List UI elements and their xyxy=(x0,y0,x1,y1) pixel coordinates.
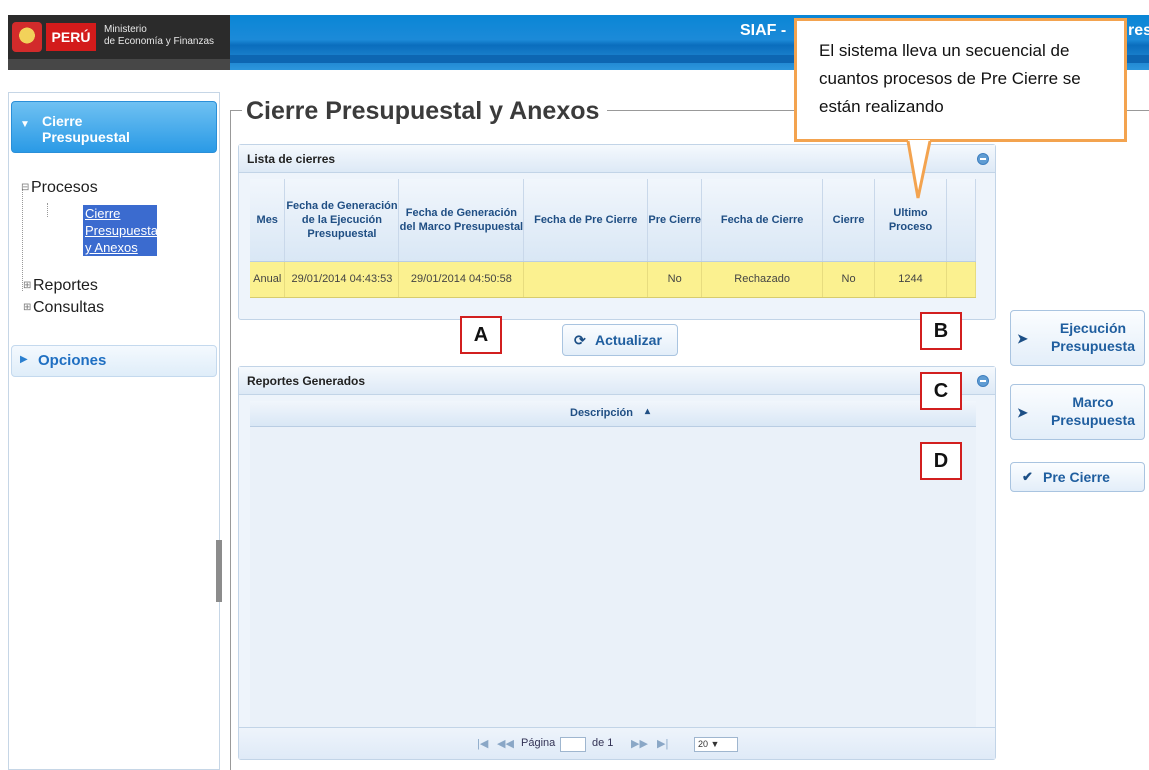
accordion-cierre-title: Cierre Presupuestal xyxy=(42,113,130,145)
logo-peru-text: PERÚ xyxy=(46,23,96,51)
actualizar-label: Actualizar xyxy=(595,332,662,348)
col-header-descripcion-label: Descripción xyxy=(570,407,633,419)
reportes-grid-body xyxy=(250,427,976,727)
accordion-title-line1: Cierre xyxy=(42,113,83,129)
panel-title: Lista de cierres xyxy=(247,152,336,166)
tree-connector xyxy=(47,203,48,217)
page-size-select[interactable]: 20 ▼ xyxy=(694,737,738,752)
annotation-c: C xyxy=(920,372,962,410)
page-title: Cierre Presupuestal y Anexos xyxy=(242,97,608,126)
cell-cierre: No xyxy=(822,261,876,298)
next-page-icon[interactable]: ▶▶ xyxy=(631,737,648,750)
annotation-d: D xyxy=(920,442,962,480)
tree-selected-line1: Cierre xyxy=(85,206,121,221)
expand-icon: ⊞ xyxy=(23,302,32,314)
col-header-fecha-marco[interactable]: Fecha de Generación del Marco Presupuest… xyxy=(398,179,525,262)
callout-text: El sistema lleva un secuencial de cuanto… xyxy=(819,41,1081,116)
col-header-spacer xyxy=(946,179,976,262)
tree-selected-line2: Presupuestal xyxy=(85,223,161,238)
collapse-icon[interactable] xyxy=(977,153,989,165)
tree-label-procesos: Procesos xyxy=(31,179,98,196)
col-header-cierre[interactable]: Cierre xyxy=(822,179,876,262)
expand-icon: ⊞ xyxy=(23,280,32,292)
circle-arrow-icon: ➤ xyxy=(1017,331,1028,346)
cell-mes: Anual xyxy=(250,261,286,298)
sidebar: ▼ Cierre Presupuestal ⊟ Procesos Cierre P… xyxy=(8,92,220,770)
sidebar-splitter-handle[interactable] xyxy=(216,540,222,602)
col-header-descripcion[interactable]: Descripción ▴ xyxy=(250,401,976,427)
col-header-fecha-ejecucion[interactable]: Fecha de Generación de la Ejecución Pres… xyxy=(284,179,400,262)
col-header-fecha-cierre[interactable]: Fecha de Cierre xyxy=(701,179,824,262)
pager-page-label: Página xyxy=(521,737,556,749)
cell-fecha-cierre: Rechazado xyxy=(701,261,824,298)
accordion-opciones-title: Opciones xyxy=(38,352,107,369)
tree-connector xyxy=(22,189,23,291)
callout-pointer xyxy=(906,140,932,199)
tree-label-reportes: Reportes xyxy=(33,277,98,294)
cell-fecha-ejecucion: 29/01/2014 04:43:53 xyxy=(284,261,400,298)
chevron-right-icon: ▶ xyxy=(20,354,28,365)
accordion-opciones[interactable]: ▶ Opciones xyxy=(11,345,217,377)
tree-label-consultas: Consultas xyxy=(33,299,105,316)
tree-selected-line3: y Anexos xyxy=(85,240,138,255)
accordion-title-line2: Presupuestal xyxy=(42,129,130,145)
pre-cierre-label: Pre Cierre xyxy=(1043,469,1110,485)
annotation-b: B xyxy=(920,312,962,350)
actualizar-button[interactable]: ⟳ Actualizar xyxy=(562,324,678,356)
col-header-fecha-precierre[interactable]: Fecha de Pre Cierre xyxy=(523,179,649,262)
ejecucion-label: Ejecución Presupuesta xyxy=(1050,320,1136,354)
cell-spacer xyxy=(946,261,976,298)
marco-presupuestal-button[interactable]: ➤ Marco Presupuesta xyxy=(1010,384,1145,440)
logo-ministry-line1: Ministerio xyxy=(104,24,147,35)
circle-arrow-icon: ➤ xyxy=(1017,405,1028,420)
tree-node-reportes[interactable]: ⊞ Reportes xyxy=(23,277,98,295)
ministry-logo: PERÚ Ministerio de Economía y Finanzas xyxy=(8,15,230,70)
annotation-callout: El sistema lleva un secuencial de cuanto… xyxy=(794,18,1127,142)
page-size-value: 20 xyxy=(698,739,709,749)
refresh-icon: ⟳ xyxy=(574,332,586,348)
tree-node-consultas[interactable]: ⊞ Consultas xyxy=(23,299,104,317)
logo-ministry-text: Ministerio de Economía y Finanzas xyxy=(104,24,214,48)
table-header-row: Mes Fecha de Generación de la Ejecución … xyxy=(250,179,976,262)
accordion-cierre-presupuestal[interactable]: ▼ Cierre Presupuestal xyxy=(11,101,217,153)
last-page-icon[interactable]: ▶| xyxy=(657,737,668,750)
collapse-icon: ⊟ xyxy=(21,182,30,194)
pager: |◀ ◀◀ Página de 1 ▶▶ ▶| 20 ▼ xyxy=(239,727,995,759)
collapse-icon[interactable] xyxy=(977,375,989,387)
sort-asc-icon: ▴ xyxy=(645,406,651,417)
pager-of-label: de 1 xyxy=(592,737,614,749)
col-header-precierre[interactable]: Pre Cierre xyxy=(647,179,703,262)
panel-lista-cierres: Lista de cierres Mes Fecha de Generación… xyxy=(238,144,996,320)
tree-node-procesos[interactable]: ⊟ Procesos xyxy=(21,179,98,197)
ejecucion-presupuestal-button[interactable]: ➤ Ejecución Presupuesta xyxy=(1010,310,1145,366)
panel-header: Reportes Generados xyxy=(239,367,995,395)
panel-reportes-generados: Reportes Generados Descripción ▴ |◀ ◀◀ P… xyxy=(238,366,996,760)
app-title-cut: res xyxy=(1128,22,1149,39)
marco-label: Marco Presupuesta xyxy=(1050,394,1136,428)
cell-precierre: No xyxy=(647,261,703,298)
page-number-input[interactable] xyxy=(560,737,586,752)
tree-node-cierre-presupuestal-anexos[interactable]: Cierre Presupuestal y Anexos xyxy=(83,205,161,256)
check-icon: ✔ xyxy=(1022,469,1033,484)
pre-cierre-button[interactable]: ✔ Pre Cierre xyxy=(1010,462,1145,492)
cell-fecha-marco: 29/01/2014 04:50:58 xyxy=(398,261,525,298)
panel-header: Lista de cierres xyxy=(239,145,995,173)
logo-ministry-line2: de Economía y Finanzas xyxy=(104,36,215,47)
first-page-icon[interactable]: |◀ xyxy=(477,737,488,750)
prev-page-icon[interactable]: ◀◀ xyxy=(497,737,514,750)
coat-of-arms-icon xyxy=(12,22,42,52)
col-header-mes[interactable]: Mes xyxy=(250,179,286,262)
logo-reflection xyxy=(8,59,230,70)
panel-title: Reportes Generados xyxy=(247,374,366,388)
annotation-a: A xyxy=(460,316,502,354)
cell-fecha-precierre xyxy=(523,261,649,298)
app-title: SIAF - xyxy=(740,22,787,39)
cierres-table: Mes Fecha de Generación de la Ejecución … xyxy=(250,179,976,298)
cell-ultimo-proceso: 1244 xyxy=(874,261,947,298)
table-row[interactable]: Anual 29/01/2014 04:43:53 29/01/2014 04:… xyxy=(250,261,976,298)
chevron-down-icon: ▼ xyxy=(20,119,30,130)
